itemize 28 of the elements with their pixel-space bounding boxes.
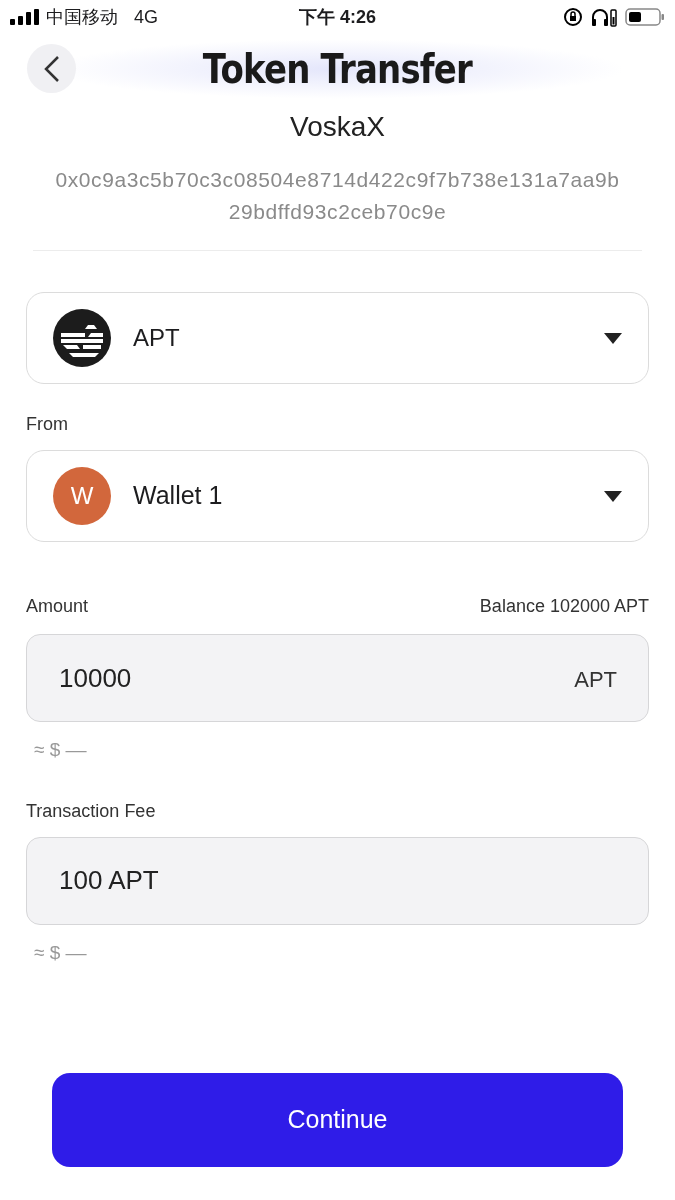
- back-button[interactable]: [27, 44, 76, 93]
- address-text: 29bdffd93c2ceb70c9e: [228, 199, 447, 225]
- status-time: 下午 4:26: [299, 5, 376, 29]
- unit-label: APT: [574, 666, 617, 694]
- back-icon: [43, 54, 60, 83]
- fiat-estimate: ≈ $ ––: [34, 940, 88, 965]
- wallet-dropdown[interactable]: W Wallet 1: [26, 450, 649, 542]
- address-text: 0x0c9a3c5b70c3c08504e8714d422c9f7b738e131a7aa9b: [55, 167, 620, 193]
- caret-icon: [604, 332, 622, 344]
- page-title: Token Transfer: [202, 45, 473, 94]
- token-dropdown[interactable]: APT: [26, 292, 649, 384]
- fee-label: Transaction Fee: [26, 799, 157, 823]
- from-label: From: [26, 413, 69, 436]
- battery-icon: [625, 7, 665, 27]
- amount-label: Amount: [26, 595, 89, 618]
- network-label: 4G: [134, 5, 158, 29]
- wallet-avatar: W: [53, 467, 111, 525]
- rotation-lock-icon: [563, 7, 583, 27]
- fee-field[interactable]: 100 APT: [26, 836, 649, 925]
- signal-icon: [10, 9, 40, 25]
- continue-button[interactable]: Continue: [52, 1073, 623, 1167]
- balance-text: Balance 102000 APT: [479, 595, 649, 618]
- recipient-name: VoskaX: [290, 110, 385, 144]
- carrier-label: 中国移动: [46, 5, 118, 29]
- fiat-estimate: ≈ $ ––: [34, 738, 88, 762]
- token-logo-icon: [53, 309, 111, 367]
- caret-icon: [604, 490, 622, 502]
- headphones-icon: [591, 7, 617, 27]
